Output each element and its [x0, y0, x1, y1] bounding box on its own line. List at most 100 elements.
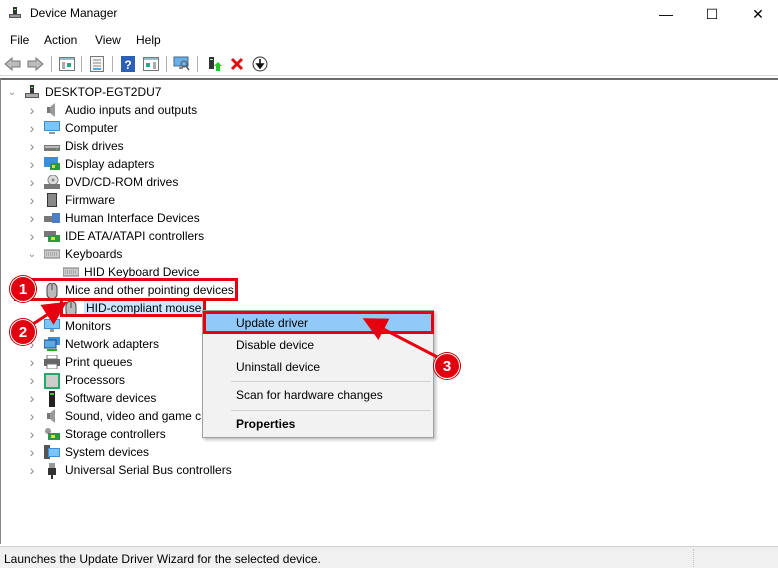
monitor-icon — [44, 319, 60, 333]
download-driver-icon[interactable] — [251, 55, 269, 73]
tree-category[interactable]: ⌄ Keyboards — [27, 245, 123, 263]
tree-category[interactable]: ›Monitors — [27, 317, 111, 335]
storage-controller-icon — [44, 427, 60, 441]
tree-item-label: DVD/CD-ROM drives — [65, 175, 179, 189]
tree-category[interactable]: › Universal Serial Bus controllers — [27, 461, 232, 479]
tree-category[interactable]: › Disk drives — [27, 137, 124, 155]
system-devices-icon — [44, 445, 60, 459]
keyboard-icon — [43, 247, 61, 261]
menu-file[interactable]: File — [10, 33, 29, 47]
chevron-right-icon[interactable]: › — [27, 390, 37, 406]
annotation-badge-1: 1 — [10, 276, 36, 302]
tree-category[interactable]: › DVD/CD-ROM drives — [27, 173, 179, 191]
help-icon[interactable]: ? — [119, 55, 137, 73]
scan-hardware-icon[interactable] — [173, 55, 191, 73]
update-driver-icon[interactable] — [205, 55, 223, 73]
toolbar-separator — [197, 56, 198, 72]
toolbar-separator — [166, 56, 167, 72]
chevron-right-icon[interactable]: › — [27, 102, 37, 118]
toolbar: ? — [0, 52, 778, 76]
show-hide-console-tree-icon[interactable] — [58, 55, 76, 73]
hid-icon — [44, 211, 60, 225]
tree-item-label: Keyboards — [65, 247, 123, 261]
context-menu-properties[interactable]: Properties — [205, 413, 431, 435]
chevron-right-icon[interactable]: › — [27, 120, 37, 136]
tree-category[interactable]: › System devices — [27, 443, 149, 461]
tree-item-label: HID Keyboard Device — [84, 265, 200, 279]
tree-item-label: Firmware — [65, 193, 115, 207]
toolbar-separator — [51, 56, 52, 72]
ide-controller-icon — [44, 229, 60, 243]
chevron-down-icon[interactable]: ⌄ — [27, 249, 37, 260]
tree-category[interactable]: › Computer — [27, 119, 118, 137]
speaker-icon — [44, 409, 60, 423]
close-button[interactable]: ✕ — [735, 0, 778, 28]
tree-category[interactable]: › Software devices — [27, 389, 156, 407]
device-manager-icon — [8, 6, 22, 20]
menu-bar: File Action View Help — [0, 30, 778, 50]
tree-category[interactable]: › Storage controllers — [27, 425, 166, 443]
context-menu-uninstall-device[interactable]: Uninstall device — [205, 356, 431, 378]
uninstall-device-icon[interactable] — [228, 55, 246, 73]
chevron-right-icon[interactable]: › — [27, 228, 37, 244]
chevron-right-icon[interactable]: › — [27, 174, 37, 190]
chevron-right-icon[interactable]: › — [27, 462, 37, 478]
context-menu-scan-hardware[interactable]: Scan for hardware changes — [205, 384, 431, 406]
dvd-drive-icon — [44, 174, 60, 189]
tree-category[interactable]: › Human Interface Devices — [27, 209, 200, 227]
context-menu-disable-device[interactable]: Disable device — [205, 334, 431, 356]
toolbar-separator — [81, 56, 82, 72]
tree-item-label: System devices — [65, 445, 150, 459]
tree-category[interactable]: › IDE ATA/ATAPI controllers — [27, 227, 205, 245]
tree-item-label: Sound, video and game c — [65, 409, 202, 423]
tree-item-label: Human Interface Devices — [65, 211, 200, 225]
tree-category[interactable]: › Display adapters — [27, 155, 155, 173]
maximize-button[interactable]: ☐ — [689, 0, 735, 28]
minimize-button[interactable]: — — [643, 0, 689, 28]
menu-help[interactable]: Help — [136, 33, 161, 47]
printer-icon — [44, 354, 60, 370]
processor-icon — [44, 373, 60, 389]
display-adapter-icon — [44, 157, 60, 171]
chevron-right-icon[interactable]: › — [27, 408, 37, 424]
tree-category[interactable]: › Sound, video and game c — [27, 407, 201, 425]
tree-item-label: Print queues — [65, 355, 133, 369]
tree-root-label: DESKTOP-EGT2DU7 — [45, 85, 162, 99]
network-adapter-icon — [43, 337, 60, 351]
tree-item-label: Computer — [65, 121, 118, 135]
speaker-icon — [44, 103, 60, 117]
context-menu-separator — [231, 381, 431, 382]
tree-item-label: Disk drives — [65, 139, 124, 153]
title-bar: Device Manager — ☐ ✕ — [0, 0, 778, 28]
chevron-right-icon[interactable]: › — [27, 426, 37, 442]
svg-text:?: ? — [124, 58, 131, 72]
chevron-right-icon[interactable]: › — [27, 156, 37, 172]
forward-icon[interactable] — [26, 55, 44, 73]
chevron-right-icon[interactable]: › — [27, 210, 37, 226]
properties-icon[interactable] — [88, 55, 106, 73]
computer-icon — [44, 121, 60, 135]
show-action-pane-icon[interactable] — [142, 55, 160, 73]
chevron-right-icon[interactable]: › — [27, 192, 37, 208]
back-icon[interactable] — [4, 55, 22, 73]
tree-category[interactable]: › Firmware — [27, 191, 115, 209]
tree-item-label: Audio inputs and outputs — [65, 103, 198, 117]
chevron-right-icon[interactable]: › — [27, 138, 37, 154]
tree-item-label: Network adapters — [65, 337, 160, 351]
tree-category[interactable]: › Processors — [27, 371, 125, 389]
tree-category[interactable]: › Print queues — [27, 353, 133, 371]
menu-view[interactable]: View — [95, 33, 121, 47]
menu-action[interactable]: Action — [44, 33, 77, 47]
tree-root[interactable]: ⌄ DESKTOP-EGT2DU7 — [7, 83, 161, 101]
tree-item-label: Processors — [65, 373, 126, 387]
disk-drive-icon — [44, 139, 60, 153]
annotation-box-2 — [60, 298, 206, 317]
software-device-icon — [44, 391, 60, 407]
window-title: Device Manager — [30, 6, 118, 20]
tree-category[interactable]: › Audio inputs and outputs — [27, 101, 197, 119]
chevron-right-icon[interactable]: › — [27, 354, 37, 370]
chevron-right-icon[interactable]: › — [27, 444, 37, 460]
chevron-right-icon[interactable]: › — [27, 372, 37, 388]
chevron-down-icon[interactable]: ⌄ — [7, 87, 17, 98]
tree-category[interactable]: › Network adapters — [27, 335, 159, 353]
